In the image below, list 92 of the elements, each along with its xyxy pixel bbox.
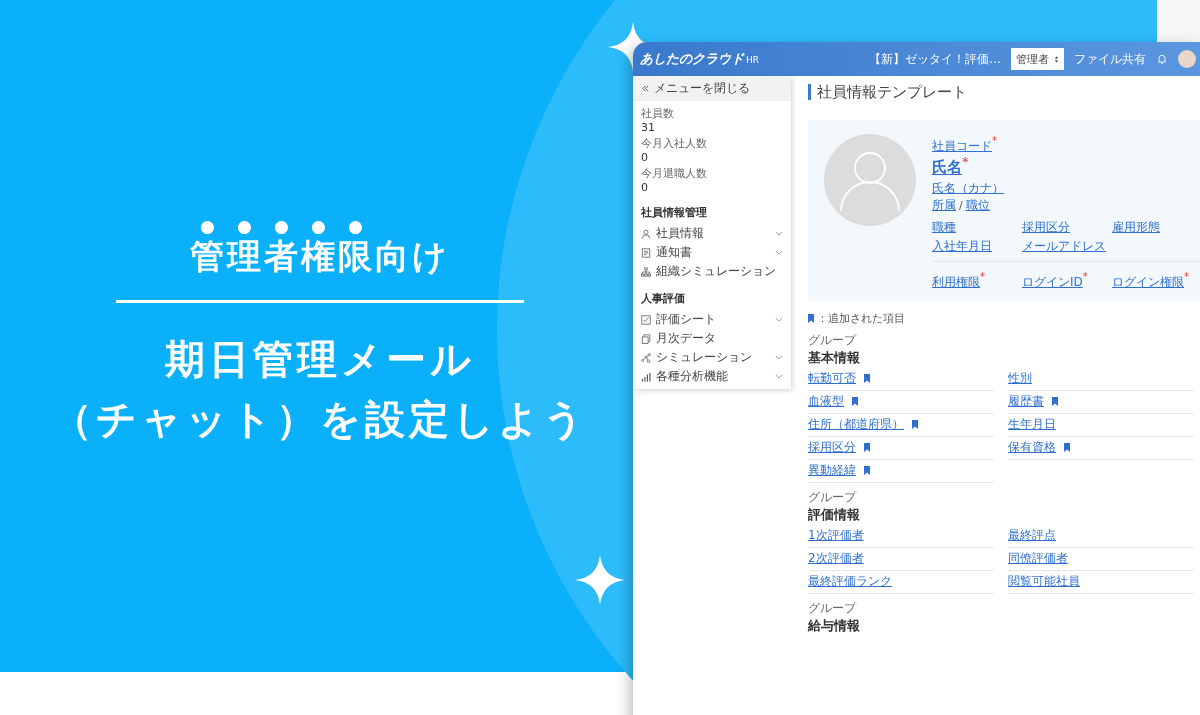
field-link[interactable]: 最終評点: [1008, 527, 1056, 545]
section-title: 人事評価: [640, 291, 686, 307]
chevron-down-icon: [775, 231, 783, 236]
notice-link[interactable]: 【新】ゼッタイ！評価…: [869, 50, 1001, 68]
field-link[interactable]: 血液型: [808, 393, 844, 411]
group-caption: グループ: [808, 332, 858, 349]
field-link[interactable]: 転勤可否: [808, 370, 856, 388]
field-link[interactable]: 閲覧可能社員: [1008, 573, 1080, 591]
field-link[interactable]: メールアドレス: [1022, 238, 1106, 253]
field-link[interactable]: 職位: [965, 197, 990, 212]
sidebar-item[interactable]: 各種分析機能: [633, 367, 791, 386]
group-caption: グループ: [808, 489, 858, 506]
bookmark-icon: [864, 374, 870, 384]
group-caption: グループ: [808, 600, 858, 617]
bookmark-icon: [808, 314, 814, 323]
banner-title: （チャット）を設定しよう: [52, 395, 588, 444]
bookmark-icon: [864, 466, 870, 476]
banner-subtitle: 管理者権限向け: [190, 235, 450, 278]
field-link[interactable]: 異動経緯: [808, 462, 856, 480]
document-icon: [641, 247, 651, 258]
logo-suffix: HR: [746, 55, 760, 65]
nodes-icon: [641, 352, 651, 363]
stat-label: 社員数: [641, 107, 675, 121]
bar-chart-icon: [641, 371, 651, 382]
stat-value: 31: [641, 121, 656, 135]
page-title: 社員情報テンプレート: [808, 84, 1200, 100]
field-link[interactable]: 保有資格: [1008, 439, 1056, 457]
field-link[interactable]: 住所（都道府県）: [808, 416, 904, 434]
chevron-down-icon: [775, 250, 783, 255]
bell-icon[interactable]: [1156, 53, 1168, 65]
double-chevron-icon: [641, 84, 650, 93]
stat-label: 今月退職人数: [641, 167, 708, 181]
field-link[interactable]: 所属: [932, 197, 956, 212]
bookmark-icon: [912, 420, 918, 430]
field-link[interactable]: 採用区分: [808, 439, 856, 457]
field-link[interactable]: 入社年月日: [932, 238, 992, 253]
org-chart-icon: [641, 266, 651, 277]
sidebar-item[interactable]: 通知書: [633, 243, 791, 262]
copy-icon: [641, 333, 651, 344]
group-title: 給与情報: [808, 617, 861, 635]
chevron-down-icon: [775, 374, 783, 379]
field-link[interactable]: 履歴書: [1008, 393, 1044, 411]
avatar-silhouette-icon: [824, 134, 916, 226]
updown-icon: [1054, 54, 1059, 64]
logo-text[interactable]: あしたのクラウド: [640, 50, 744, 68]
chevron-down-icon: [775, 317, 783, 322]
legend-text: ：追加された項目: [817, 311, 905, 326]
stat-value: 0: [641, 151, 649, 165]
required-mark: *: [962, 154, 969, 170]
required-mark: *: [992, 135, 997, 146]
avatar-circle[interactable]: [1178, 50, 1196, 68]
sidebar-item[interactable]: 評価シート: [633, 310, 791, 329]
banner-title: 期日管理メール: [165, 335, 475, 384]
bookmark-icon: [1064, 443, 1070, 453]
chevron-down-icon: [775, 355, 783, 360]
field-link[interactable]: 採用区分: [1022, 219, 1070, 234]
role-select[interactable]: 管理者: [1011, 48, 1064, 70]
name-link[interactable]: 氏名: [932, 158, 962, 177]
required-mark: *: [980, 270, 985, 282]
sidebar-item[interactable]: シミュレーション: [633, 348, 791, 367]
bookmark-icon: [852, 397, 858, 407]
checkbox-icon: [641, 314, 651, 325]
field-link[interactable]: 氏名（カナ）: [932, 180, 1004, 195]
bookmark-icon: [864, 443, 870, 453]
required-mark: *: [1082, 270, 1088, 282]
field-link[interactable]: 同僚評価者: [1008, 550, 1068, 568]
field-link[interactable]: ログイン権限: [1112, 275, 1184, 289]
field-link[interactable]: 最終評価ランク: [808, 573, 892, 591]
close-menu-button[interactable]: メニューを閉じる: [633, 76, 791, 101]
field-link[interactable]: 2次評価者: [808, 550, 864, 568]
field-link[interactable]: 1次評価者: [808, 527, 864, 545]
group-title: 評価情報: [808, 506, 861, 524]
section-title: 社員情報管理: [640, 205, 708, 221]
sparkle-icon: [575, 555, 625, 605]
sidebar-item[interactable]: 月次データ: [633, 329, 791, 348]
stat-label: 今月入社人数: [641, 137, 708, 151]
file-share-link[interactable]: ファイル共有: [1074, 50, 1146, 68]
stat-value: 0: [641, 181, 649, 195]
field-link[interactable]: ログインID: [1022, 275, 1083, 289]
field-link[interactable]: 性別: [1008, 370, 1032, 388]
group-title: 基本情報: [808, 349, 861, 367]
separator-text: /: [959, 198, 963, 212]
field-link[interactable]: 職種: [932, 219, 956, 234]
sidebar-item[interactable]: 社員情報: [633, 224, 791, 243]
field-link[interactable]: 社員コード: [932, 139, 992, 154]
field-link[interactable]: 雇用形態: [1112, 219, 1160, 234]
field-link[interactable]: 生年月日: [1008, 416, 1056, 434]
sidebar-item[interactable]: 組織シミュレーション: [633, 262, 791, 281]
field-link[interactable]: 利用権限: [932, 275, 980, 289]
person-icon: [641, 228, 651, 239]
required-mark: *: [1184, 270, 1189, 282]
bookmark-icon: [1052, 397, 1058, 407]
